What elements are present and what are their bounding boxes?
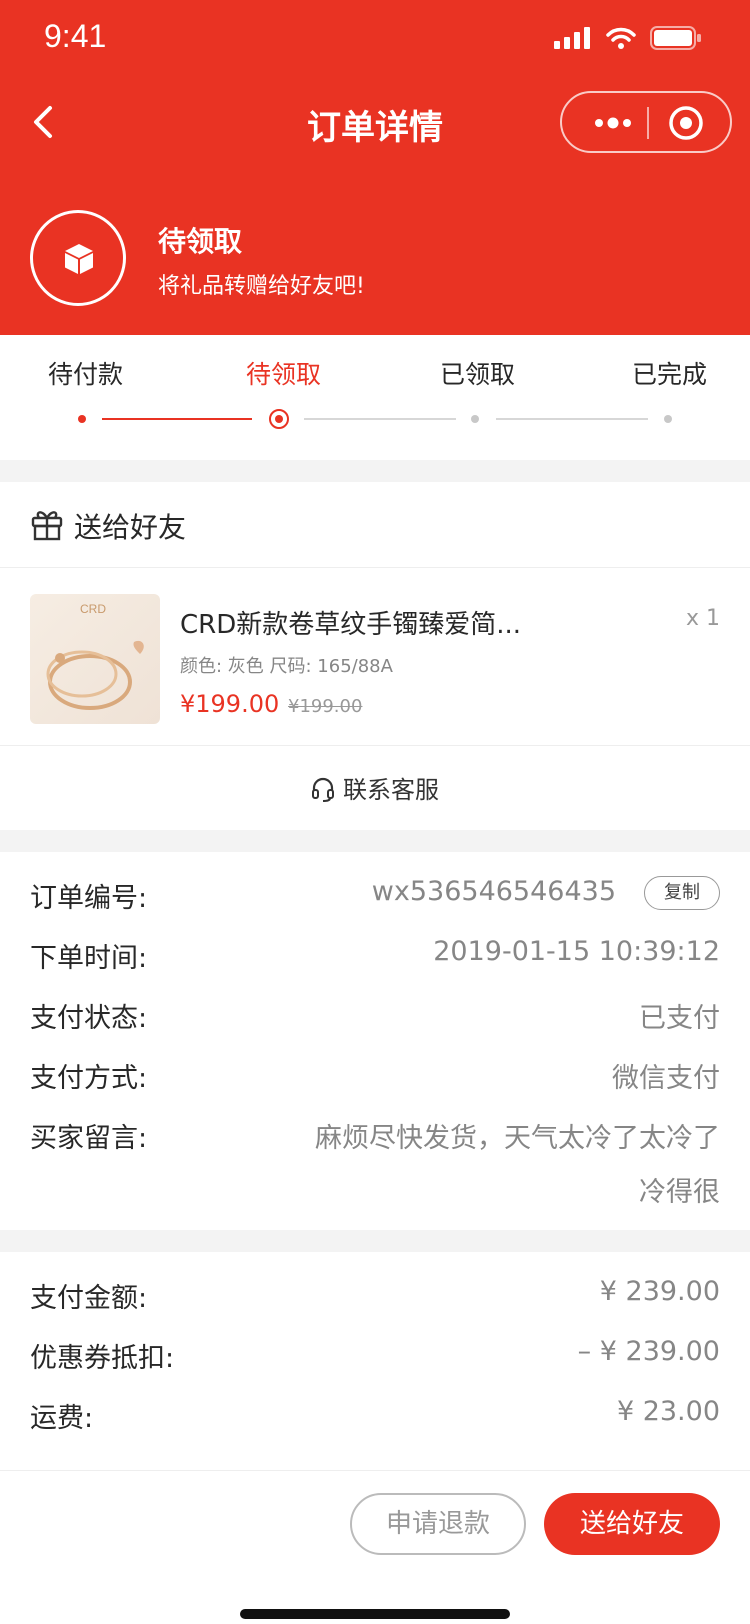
paid-amount-value: ¥ 239.00 <box>599 1276 720 1307</box>
apply-refund-button[interactable]: 申请退款 <box>350 1493 526 1555</box>
product-item[interactable]: CRD CRD新款卷草纹手镯臻爱简... x 1 颜色: 灰色 尺码: 165/… <box>0 568 750 746</box>
home-indicator <box>240 1609 510 1619</box>
action-footer: 申请退款 送给好友 <box>0 1470 750 1624</box>
step-claimed: 已领取 <box>440 360 516 389</box>
mini-program-capsule <box>560 91 732 153</box>
order-status-header: 9:41 订单详情 待领取 将礼品转赠给好友吧! <box>0 0 750 335</box>
order-no-value: wx536546546435 <box>371 876 616 907</box>
pay-status-value: 已支付 <box>639 1003 720 1034</box>
order-time-value: 2019-01-15 10:39:12 <box>433 936 720 967</box>
freight-label: 运费: <box>30 1403 94 1434</box>
order-no-label: 订单编号: <box>30 883 148 914</box>
capsule-divider <box>647 107 649 139</box>
paid-amount-label: 支付金额: <box>30 1283 148 1314</box>
bracelet-image <box>46 640 144 710</box>
product-thumbnail[interactable]: CRD <box>30 594 160 724</box>
product-quantity: x 1 <box>685 606 720 631</box>
status-bar: 9:41 <box>0 0 750 88</box>
contact-service-row[interactable]: 联系客服 <box>0 770 750 805</box>
step-completed: 已完成 <box>632 360 708 389</box>
contact-service-button[interactable]: 联系客服 <box>0 746 750 830</box>
gift-icon <box>31 511 63 541</box>
product-name[interactable]: CRD新款卷草纹手镯臻爱简... <box>180 604 570 641</box>
battery-icon <box>650 26 701 50</box>
more-dots-icon[interactable] <box>588 105 638 141</box>
status-time: 9:41 <box>44 18 107 54</box>
step-dot-3 <box>471 415 479 423</box>
status-indicators <box>554 26 702 50</box>
pay-method-value: 微信支付 <box>612 1063 720 1094</box>
product-attributes: 颜色: 灰色 尺码: 165/88A <box>180 656 393 677</box>
contact-service-label[interactable]: 联系客服 <box>343 776 439 804</box>
remark-value-line1: 麻烦尽快发货，天气太冷了太冷了 <box>315 1123 720 1154</box>
progress-line-3 <box>496 418 648 420</box>
package-box-icon <box>65 244 93 274</box>
amount-card: 支付金额: ¥ 239.00 优惠券抵扣: – ¥ 239.00 运费: ¥ 2… <box>0 1252 750 1470</box>
copy-order-no-button[interactable]: 复制 <box>644 876 720 910</box>
close-target-icon[interactable] <box>666 103 706 143</box>
step-dot-1 <box>78 415 86 423</box>
headset-icon <box>312 777 334 802</box>
order-info-card: 订单编号: wx536546546435 复制 下单时间: 2019-01-15… <box>0 852 750 1230</box>
pay-method-label: 支付方式: <box>30 1063 148 1094</box>
wifi-icon <box>606 27 636 49</box>
order-status-subtitle: 将礼品转赠给好友吧! <box>158 274 365 299</box>
order-progress: 待付款 待领取 已领取 已完成 <box>0 335 750 460</box>
gift-card: 送给好友 CRD CRD新款卷草纹手镯臻爱简... x 1 颜色: 灰色 尺码:… <box>0 482 750 830</box>
nav-bar: 订单详情 <box>0 88 750 156</box>
coupon-label: 优惠券抵扣: <box>30 1343 175 1374</box>
freight-value: ¥ 23.00 <box>616 1396 720 1427</box>
product-price: ¥199.00 <box>180 690 280 718</box>
remark-value-line2: 冷得很 <box>639 1177 720 1208</box>
signal-icon <box>554 27 590 49</box>
send-to-friend-button[interactable]: 送给好友 <box>544 1493 720 1555</box>
order-status-title: 待领取 <box>158 225 243 258</box>
step-pending-payment: 待付款 <box>48 360 124 389</box>
step-dot-current <box>269 409 289 429</box>
progress-line-2 <box>304 418 456 420</box>
remark-label: 买家留言: <box>30 1123 148 1154</box>
gift-section-title: 送给好友 <box>74 511 187 544</box>
status-badge <box>30 210 126 306</box>
product-original-price: ¥199.00 <box>288 696 363 717</box>
progress-line-1 <box>102 418 252 420</box>
coupon-value: – ¥ 239.00 <box>577 1336 720 1367</box>
step-pending-claim: 待领取 <box>246 360 322 389</box>
gift-header: 送给好友 <box>0 482 750 568</box>
pay-status-label: 支付状态: <box>30 1003 148 1034</box>
order-time-label: 下单时间: <box>30 943 148 974</box>
step-dot-4 <box>664 415 672 423</box>
